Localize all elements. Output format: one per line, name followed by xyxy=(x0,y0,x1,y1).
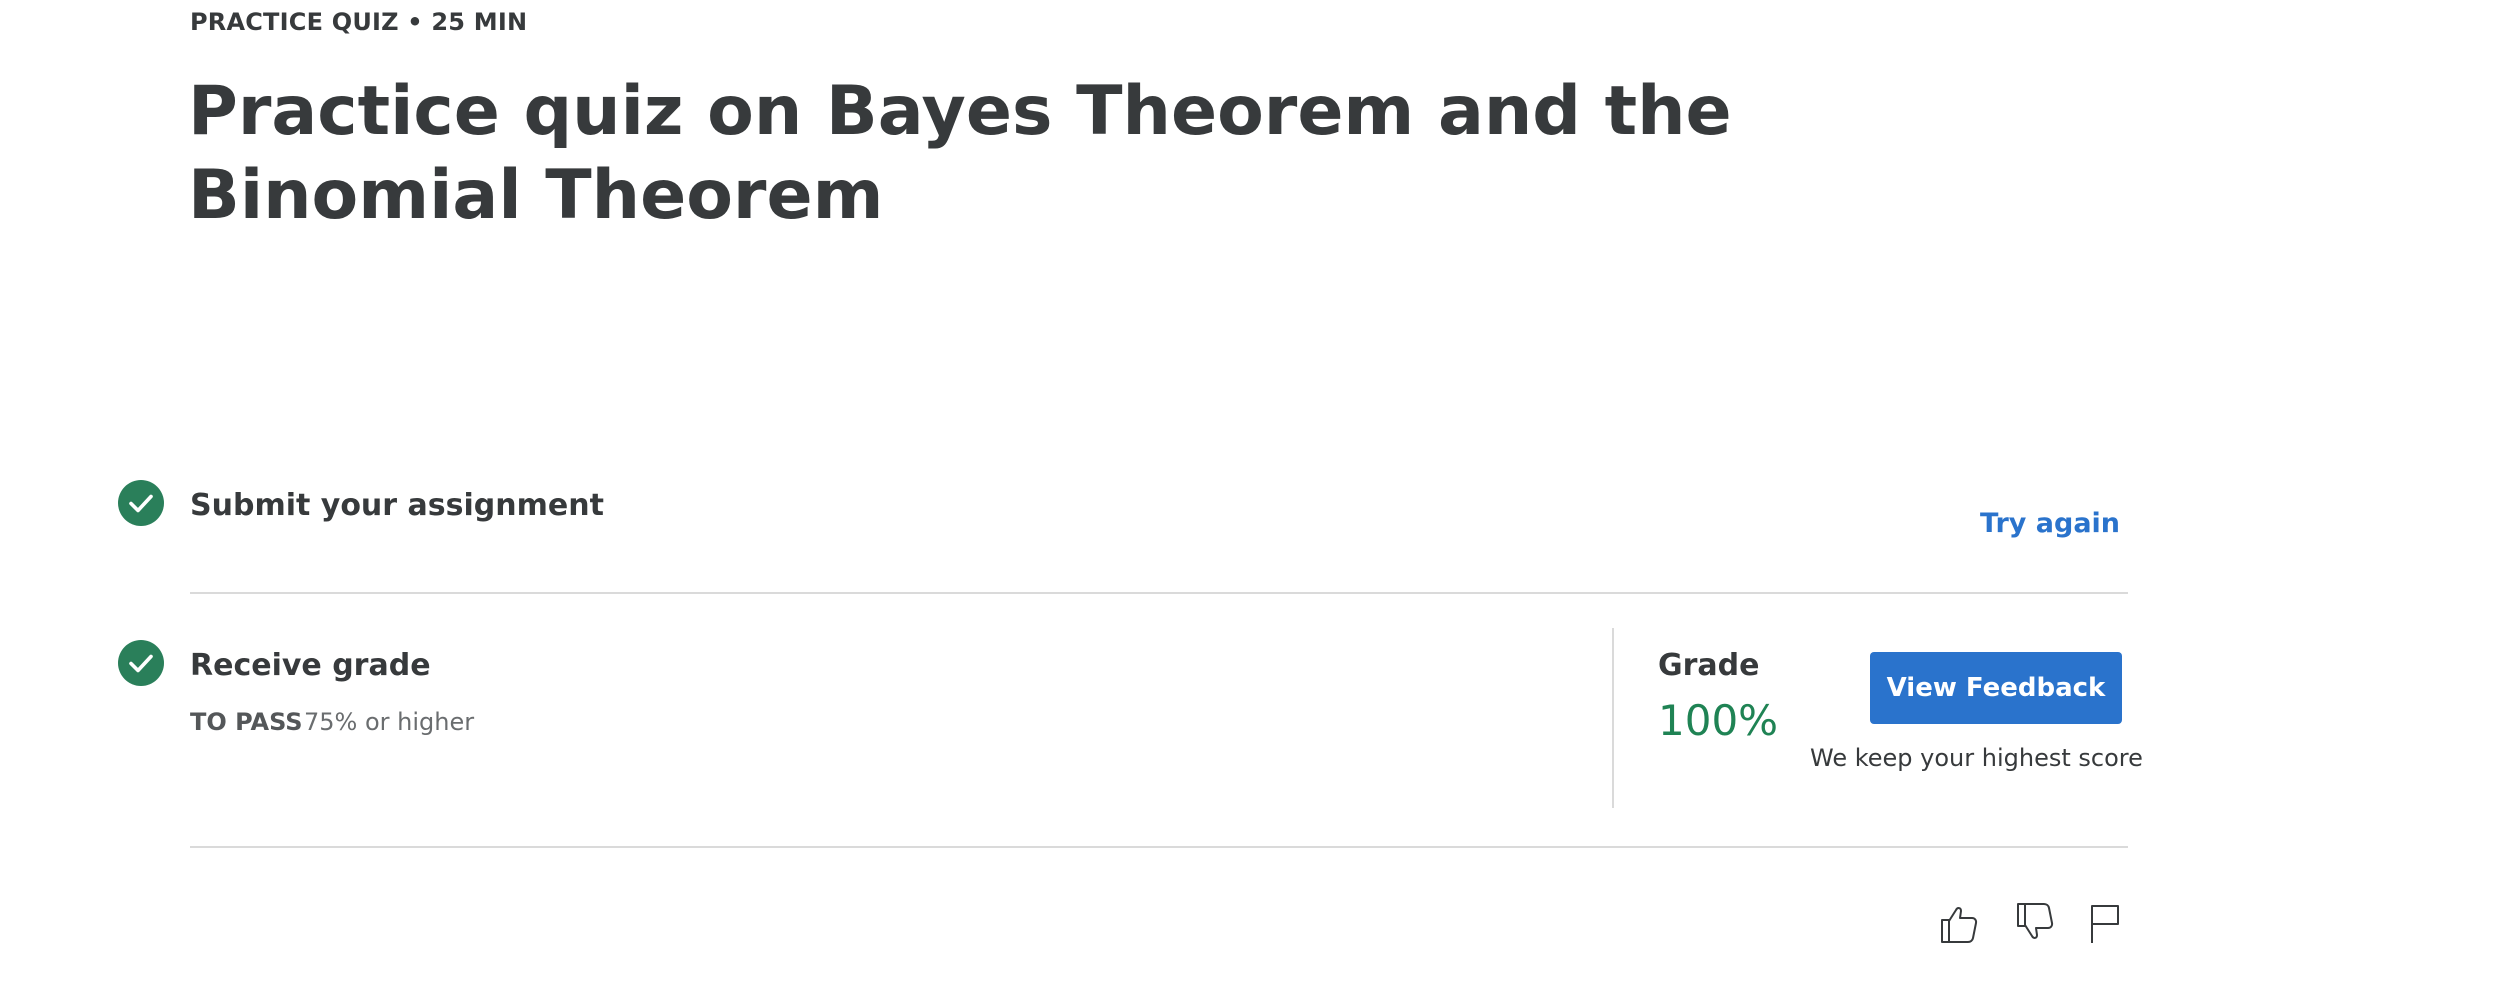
view-feedback-button[interactable]: View Feedback xyxy=(1870,652,2122,724)
to-pass-value: 75% or higher xyxy=(304,708,475,736)
grade-label: Grade xyxy=(1658,648,1760,683)
highest-score-note: We keep your highest score xyxy=(1810,744,2143,772)
thumbs-down-icon[interactable] xyxy=(2010,898,2060,948)
divider xyxy=(190,846,2128,848)
quiz-page: PRACTICE QUIZ • 25 MIN Practice quiz on … xyxy=(0,0,2516,1006)
try-again-link[interactable]: Try again xyxy=(1980,508,2120,539)
vertical-divider xyxy=(1612,628,1614,808)
to-pass-label: TO PASS xyxy=(190,708,303,736)
quiz-meta: PRACTICE QUIZ • 25 MIN xyxy=(190,8,528,36)
grade-value: 100% xyxy=(1658,696,1779,745)
check-icon xyxy=(118,640,164,686)
divider xyxy=(190,592,2128,594)
submit-step-title: Submit your assignment xyxy=(190,488,604,523)
receive-grade-title: Receive grade xyxy=(190,648,431,683)
check-icon xyxy=(118,480,164,526)
page-title: Practice quiz on Bayes Theorem and the B… xyxy=(188,72,1732,235)
flag-icon[interactable] xyxy=(2080,898,2130,948)
thumbs-up-icon[interactable] xyxy=(1934,898,1984,948)
